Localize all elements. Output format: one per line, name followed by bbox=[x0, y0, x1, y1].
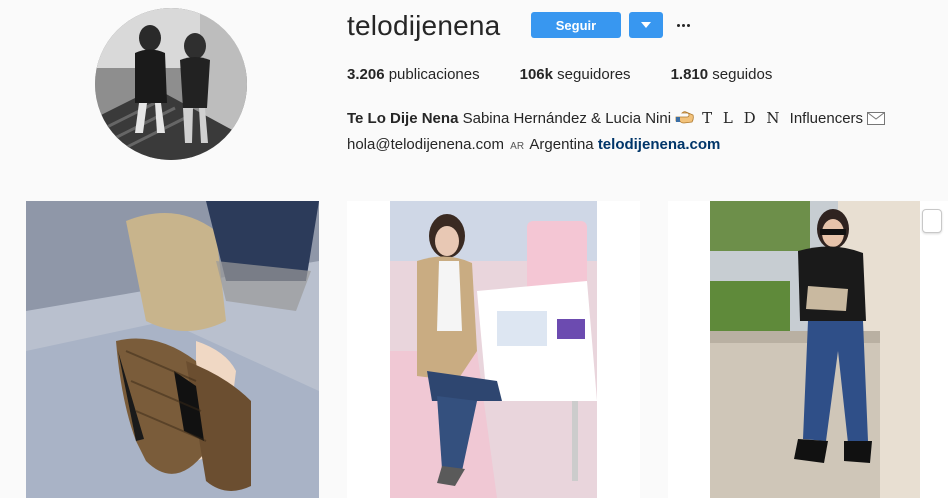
scroll-handle[interactable] bbox=[922, 209, 942, 233]
profile-username: telodijenena bbox=[347, 10, 501, 41]
post-3-image bbox=[668, 201, 948, 498]
post-thumbnail-1[interactable] bbox=[26, 201, 319, 498]
followers-stat[interactable]: 106k seguidores bbox=[520, 66, 631, 84]
follow-button[interactable]: Seguir bbox=[531, 12, 621, 38]
post-1-image bbox=[26, 201, 319, 498]
posts-count: 3.206 bbox=[347, 66, 385, 83]
posts-label: publicaciones bbox=[388, 66, 480, 83]
avatar-photo bbox=[95, 8, 247, 160]
envelope-icon bbox=[867, 109, 886, 133]
bio-country: Argentina bbox=[529, 136, 594, 153]
options-button[interactable] bbox=[673, 12, 693, 38]
suggestions-dropdown-button[interactable] bbox=[629, 12, 663, 38]
profile-page: telodijenena Seguir 3.206 publicaciones … bbox=[0, 0, 948, 498]
following-stat[interactable]: 1.810 seguidos bbox=[671, 66, 773, 84]
followers-count: 106k bbox=[519, 66, 553, 83]
bio-email: hola@telodijenena.com bbox=[347, 136, 504, 153]
following-count: 1.810 bbox=[670, 66, 709, 83]
profile-bio: Te Lo Dije Nena Sabina Hernández & Lucia… bbox=[347, 106, 927, 159]
pointing-hand-icon bbox=[675, 109, 695, 133]
bio-influencers: Influencers bbox=[789, 110, 864, 127]
profile-full-name: Te Lo Dije Nena bbox=[347, 110, 459, 127]
flag-argentina-icon: AR bbox=[510, 141, 525, 152]
profile-avatar[interactable] bbox=[95, 8, 247, 160]
bio-names: Sabina Hernández & Lucia Nini bbox=[462, 110, 672, 127]
chevron-down-icon bbox=[641, 22, 651, 28]
post-thumbnail-3[interactable] bbox=[668, 201, 948, 498]
bio-tldn: T L D N bbox=[702, 109, 783, 127]
posts-stat: 3.206 publicaciones bbox=[347, 66, 480, 84]
bio-line-1: Te Lo Dije Nena Sabina Hernández & Lucia… bbox=[347, 106, 927, 133]
following-label: seguidos bbox=[712, 66, 773, 83]
profile-stats: 3.206 publicaciones 106k seguidores 1.81… bbox=[347, 66, 812, 84]
followers-label: seguidores bbox=[557, 66, 631, 83]
bio-line-2: hola@telodijenena.com AR Argentina telod… bbox=[347, 133, 927, 159]
post-2-image bbox=[347, 201, 640, 498]
post-thumbnail-2[interactable] bbox=[347, 201, 640, 498]
more-options-icon bbox=[676, 23, 680, 27]
website-link[interactable]: telodijenena.com bbox=[598, 136, 721, 153]
